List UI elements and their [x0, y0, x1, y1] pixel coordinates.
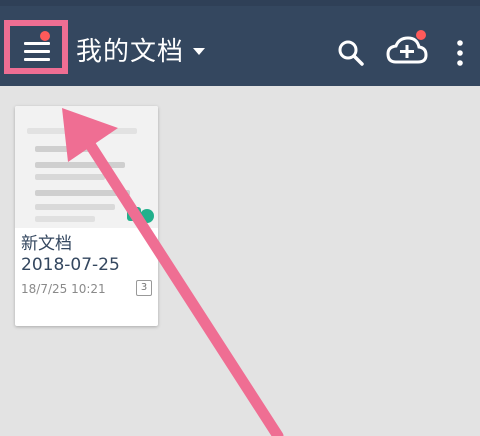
- search-icon[interactable]: [336, 38, 366, 68]
- document-thumbnail: [15, 106, 158, 228]
- document-date: 2018-07-25: [21, 255, 120, 275]
- sync-status-icon: [127, 207, 154, 223]
- document-card[interactable]: 新文档 2018-07-25 18/7/25 10:21 3: [15, 106, 158, 326]
- cloud-notification-badge: [416, 30, 426, 40]
- document-title: 新文档: [21, 234, 72, 254]
- more-vertical-icon[interactable]: [452, 38, 468, 68]
- document-modified: 18/7/25 10:21: [21, 282, 106, 296]
- page-title[interactable]: 我的文档: [76, 34, 184, 70]
- menu-highlight-box: [4, 20, 68, 74]
- page-count-badge: 3: [136, 280, 152, 296]
- dropdown-arrow-icon[interactable]: [193, 48, 205, 55]
- app-bar: 我的文档: [0, 6, 480, 86]
